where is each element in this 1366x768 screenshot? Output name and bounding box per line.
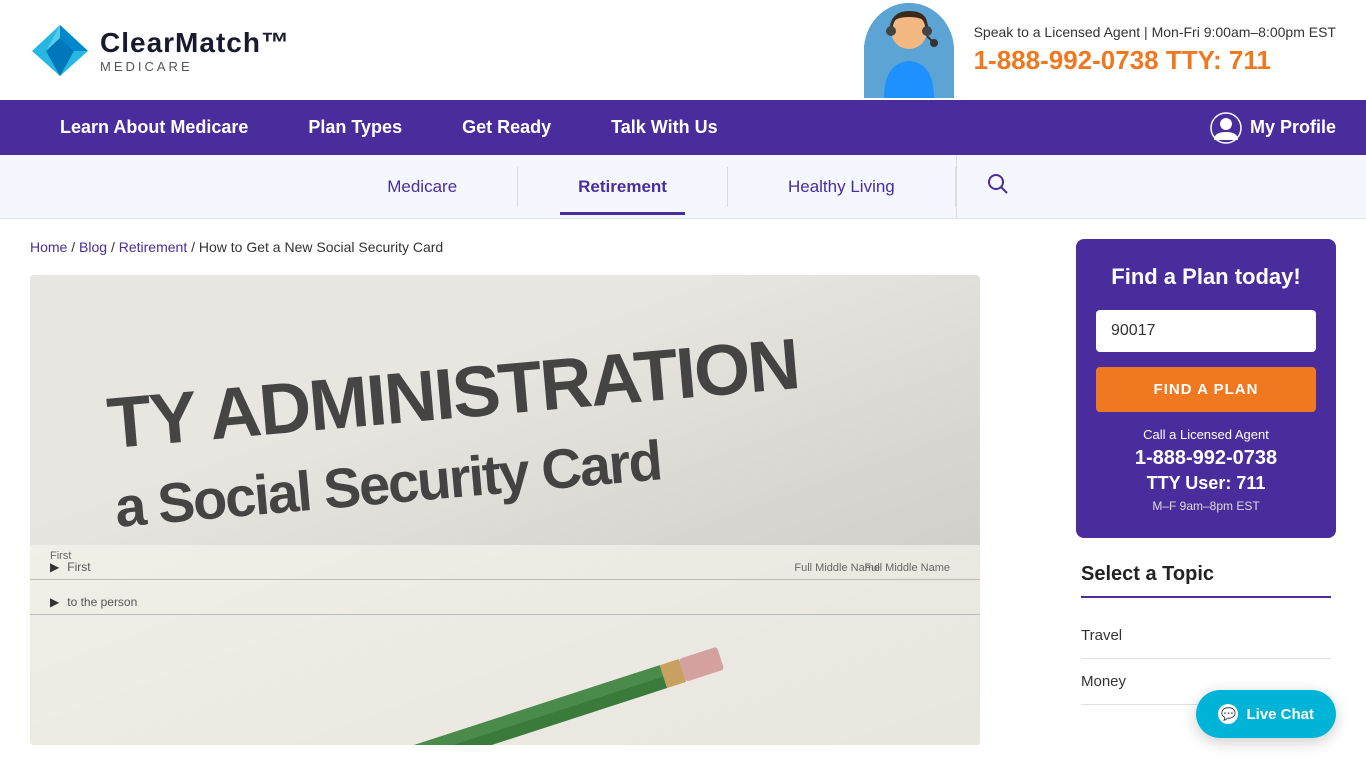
agent-silhouette-icon	[864, 3, 954, 98]
content-area: Home / Blog / Retirement / How to Get a …	[0, 219, 1366, 765]
my-profile-nav[interactable]: My Profile	[1210, 112, 1336, 144]
profile-icon	[1210, 112, 1242, 144]
topic-divider	[1081, 596, 1331, 598]
form-line-2: ▶ to the person	[30, 580, 980, 615]
main-content: Home / Blog / Retirement / How to Get a …	[30, 239, 1056, 745]
find-plan-card: Find a Plan today! FIND A PLAN Call a Li…	[1076, 239, 1336, 538]
search-button[interactable]	[956, 155, 1039, 218]
brand-subtitle: MEDICARE	[100, 59, 290, 74]
chat-icon: 💬	[1218, 704, 1238, 724]
logo-diamond-icon	[30, 23, 90, 78]
sub-nav-retirement[interactable]: Retirement	[518, 159, 727, 215]
breadcrumb-current: How to Get a New Social Security Card	[199, 239, 443, 255]
live-chat-button[interactable]: 💬 Live Chat	[1196, 690, 1336, 738]
nav-item-get-ready[interactable]: Get Ready	[432, 100, 581, 155]
nav-item-plan-types[interactable]: Plan Types	[278, 100, 432, 155]
sidebar: Find a Plan today! FIND A PLAN Call a Li…	[1076, 239, 1336, 745]
nav-item-learn[interactable]: Learn About Medicare	[30, 100, 278, 155]
logo-area[interactable]: ClearMatch™ MEDICARE	[30, 23, 290, 78]
live-chat-label: Live Chat	[1246, 706, 1314, 723]
logo-text: ClearMatch™ MEDICARE	[100, 27, 290, 74]
call-agent-label: Call a Licensed Agent	[1096, 427, 1316, 442]
search-icon	[987, 173, 1009, 195]
top-header: ClearMatch™ MEDICARE Sp	[0, 0, 1366, 100]
form-line-1: First ▶ First Full Middle Name Full Midd…	[30, 545, 980, 580]
find-plan-button[interactable]: FIND A PLAN	[1096, 367, 1316, 412]
my-profile-label: My Profile	[1250, 117, 1336, 138]
zip-input[interactable]	[1096, 310, 1316, 352]
breadcrumb-home[interactable]: Home	[30, 239, 67, 255]
breadcrumb-blog[interactable]: Blog	[79, 239, 107, 255]
sub-nav: Medicare Retirement Healthy Living	[0, 155, 1366, 219]
article-image: TY ADMINISTRATION a Social Security Card…	[30, 275, 980, 745]
call-tty: TTY User: 711	[1096, 473, 1316, 494]
call-phone[interactable]: 1-888-992-0738	[1096, 447, 1316, 470]
call-hours: M–F 9am–8pm EST	[1096, 499, 1316, 513]
select-topic-title: Select a Topic	[1081, 563, 1331, 586]
header-right: Speak to a Licensed Agent | Mon-Fri 9:00…	[864, 3, 1336, 98]
breadcrumb: Home / Blog / Retirement / How to Get a …	[30, 239, 1056, 255]
sub-nav-medicare[interactable]: Medicare	[327, 159, 517, 215]
nav-item-talk[interactable]: Talk With Us	[581, 100, 748, 155]
contact-info: Speak to a Licensed Agent | Mon-Fri 9:00…	[974, 24, 1336, 76]
breadcrumb-retirement[interactable]: Retirement	[119, 239, 187, 255]
main-nav: Learn About Medicare Plan Types Get Read…	[0, 100, 1366, 155]
topic-item-travel[interactable]: Travel	[1081, 613, 1331, 659]
find-plan-title: Find a Plan today!	[1096, 264, 1316, 290]
select-topic-section: Select a Topic Travel Money	[1076, 563, 1336, 705]
phone-number[interactable]: 1-888-992-0738 TTY: 711	[974, 45, 1336, 76]
agent-photo	[864, 3, 954, 98]
card-text-big: TY ADMINISTRATION a Social Security Card	[104, 325, 808, 543]
sub-nav-healthy-living[interactable]: Healthy Living	[728, 159, 955, 215]
brand-name: ClearMatch™	[100, 27, 290, 59]
speak-text: Speak to a Licensed Agent | Mon-Fri 9:00…	[974, 24, 1336, 40]
main-nav-items: Learn About Medicare Plan Types Get Read…	[30, 100, 748, 155]
sub-nav-items: Medicare Retirement Healthy Living	[233, 155, 1133, 218]
article-image-scene: TY ADMINISTRATION a Social Security Card…	[30, 275, 980, 745]
